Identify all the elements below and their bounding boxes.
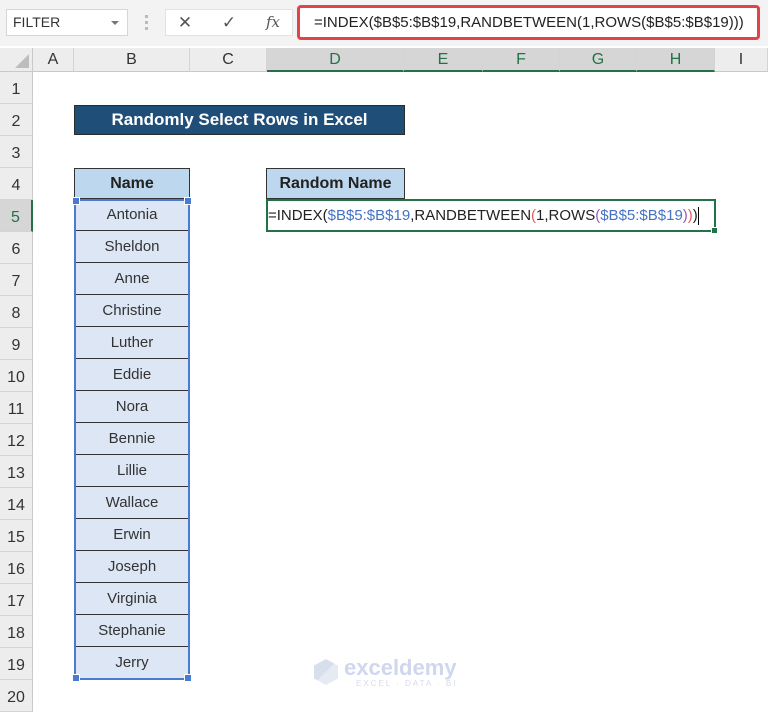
name-cell[interactable]: Bennie [74,423,190,455]
row-header-1[interactable]: 1 [0,72,33,104]
column-header-e[interactable]: E [404,48,483,72]
name-cell[interactable]: Eddie [74,359,190,391]
row-header-7[interactable]: 7 [0,264,33,296]
name-cell[interactable]: Jerry [74,647,190,679]
watermark-brand: exceldemy [344,655,457,680]
formula-part: =INDEX( [268,207,328,224]
name-cell[interactable]: Erwin [74,519,190,551]
column-header-b[interactable]: B [74,48,190,72]
cancel-icon[interactable]: ✕ [170,10,200,35]
name-cell[interactable]: Luther [74,327,190,359]
formula-part: ,RANDBETWEEN [410,207,532,224]
column-header-h[interactable]: H [637,48,715,72]
column-header-d[interactable]: D [267,48,404,72]
formula-reference: $B$5:$B$19 [600,207,683,224]
active-cell-d5[interactable]: =INDEX($B$5:$B$19,RANDBETWEEN(1,ROWS($B$… [266,199,718,234]
name-cell[interactable]: Wallace [74,487,190,519]
chevron-down-icon[interactable] [111,21,119,25]
name-cell[interactable]: Anne [74,263,190,295]
exceldemy-logo-icon [314,659,338,685]
row-header-9[interactable]: 9 [0,328,33,360]
row-header-8[interactable]: 8 [0,296,33,328]
name-box[interactable]: FILTER [6,9,128,36]
formula-bar: FILTER ✕ ✓ fx =INDEX($B$5:$B$19,RANDBETW… [0,0,768,46]
name-box-value: FILTER [13,14,61,30]
name-cell[interactable]: Lillie [74,455,190,487]
insert-function-icon[interactable]: fx [258,10,288,35]
row-header-18[interactable]: 18 [0,616,33,648]
row-header-2[interactable]: 2 [0,104,33,136]
row-header-19[interactable]: 19 [0,648,33,680]
column-header-g[interactable]: G [560,48,637,72]
watermark-tagline: EXCEL · DATA · BI [356,679,458,688]
name-cell[interactable]: Sheldon [74,231,190,263]
column-header-f[interactable]: F [483,48,560,72]
name-cell[interactable]: Virginia [74,583,190,615]
enter-check-icon[interactable]: ✓ [214,10,244,35]
row-header-13[interactable]: 13 [0,456,33,488]
drag-handle-icon[interactable] [145,15,148,30]
text-cursor [697,207,699,226]
formula-input[interactable]: =INDEX($B$5:$B$19,RANDBETWEEN(1,ROWS($B$… [297,5,760,40]
random-name-header[interactable]: Random Name [266,168,405,199]
row-header-17[interactable]: 17 [0,584,33,616]
column-header-a[interactable]: A [33,48,74,72]
row-header-10[interactable]: 10 [0,360,33,392]
select-all-icon [15,54,29,68]
row-header-12[interactable]: 12 [0,424,33,456]
name-cell[interactable]: Nora [74,391,190,423]
name-cell[interactable]: Christine [74,295,190,327]
name-cell[interactable]: Antonia [74,199,190,231]
row-header-11[interactable]: 11 [0,392,33,424]
row-header-6[interactable]: 6 [0,232,33,264]
row-header-20[interactable]: 20 [0,680,33,712]
formula-part: 1,ROWS [536,207,596,224]
row-header-14[interactable]: 14 [0,488,33,520]
row-header-3[interactable]: 3 [0,136,33,168]
column-header-c[interactable]: C [190,48,267,72]
name-column-header[interactable]: Name [74,168,190,199]
sheet-title[interactable]: Randomly Select Rows in Excel [74,105,405,135]
name-cell[interactable]: Joseph [74,551,190,583]
name-cell[interactable]: Stephanie [74,615,190,647]
select-all-corner[interactable] [0,48,33,72]
row-header-16[interactable]: 16 [0,552,33,584]
exceldemy-watermark: exceldemy EXCEL · DATA · BI [312,655,462,695]
fill-handle[interactable] [711,227,718,234]
formula-reference: $B$5:$B$19 [327,207,411,224]
row-header-5[interactable]: 5 [0,200,33,232]
formula-buttons: ✕ ✓ fx [165,9,293,36]
row-header-15[interactable]: 15 [0,520,33,552]
column-header-i[interactable]: I [715,48,768,72]
row-header-4[interactable]: 4 [0,168,33,200]
